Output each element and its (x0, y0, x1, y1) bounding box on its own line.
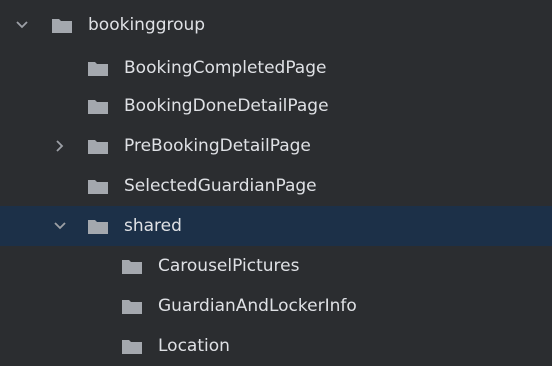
tree-node-label: GuardianAndLockerInfo (158, 296, 357, 316)
tree-node-selectedguardianpage[interactable]: SelectedGuardianPage (0, 166, 552, 206)
folder-icon (88, 219, 108, 234)
folder-icon (88, 61, 108, 76)
tree-node-bookingdonedetailpage[interactable]: BookingDoneDetailPage (0, 86, 552, 126)
tree-node-label: BookingDoneDetailPage (124, 96, 329, 116)
tree-node-shared[interactable]: shared (0, 206, 552, 246)
tree-node-label: CarouselPictures (158, 256, 300, 276)
chevron-down-icon[interactable] (14, 17, 30, 33)
tree-node-label: SelectedGuardianPage (124, 176, 317, 196)
folder-icon (88, 99, 108, 114)
project-tree: bookinggroup BookingCompletedPage Bookin… (0, 0, 552, 363)
tree-node-bookinggroup[interactable]: bookinggroup (0, 5, 552, 45)
folder-icon (122, 299, 142, 314)
folder-icon (122, 339, 142, 354)
tree-node-label: BookingCompletedPage (124, 58, 327, 78)
chevron-right-icon[interactable] (52, 138, 68, 154)
tree-node-label: shared (124, 216, 182, 236)
tree-node-prebookingdetailpage[interactable]: PreBookingDetailPage (0, 126, 552, 166)
tree-node-location[interactable]: Location (0, 326, 552, 366)
folder-icon (88, 139, 108, 154)
folder-icon (52, 18, 72, 33)
chevron-down-icon[interactable] (52, 218, 68, 234)
tree-node-label: Location (158, 336, 230, 356)
tree-node-carouselpictures[interactable]: CarouselPictures (0, 246, 552, 286)
tree-node-guardianandlockerinfo[interactable]: GuardianAndLockerInfo (0, 286, 552, 326)
tree-node-label: bookinggroup (88, 15, 206, 35)
tree-node-label: PreBookingDetailPage (124, 136, 311, 156)
folder-icon (122, 259, 142, 274)
tree-node-bookingcompletedpage[interactable]: BookingCompletedPage (0, 48, 552, 88)
folder-icon (88, 179, 108, 194)
